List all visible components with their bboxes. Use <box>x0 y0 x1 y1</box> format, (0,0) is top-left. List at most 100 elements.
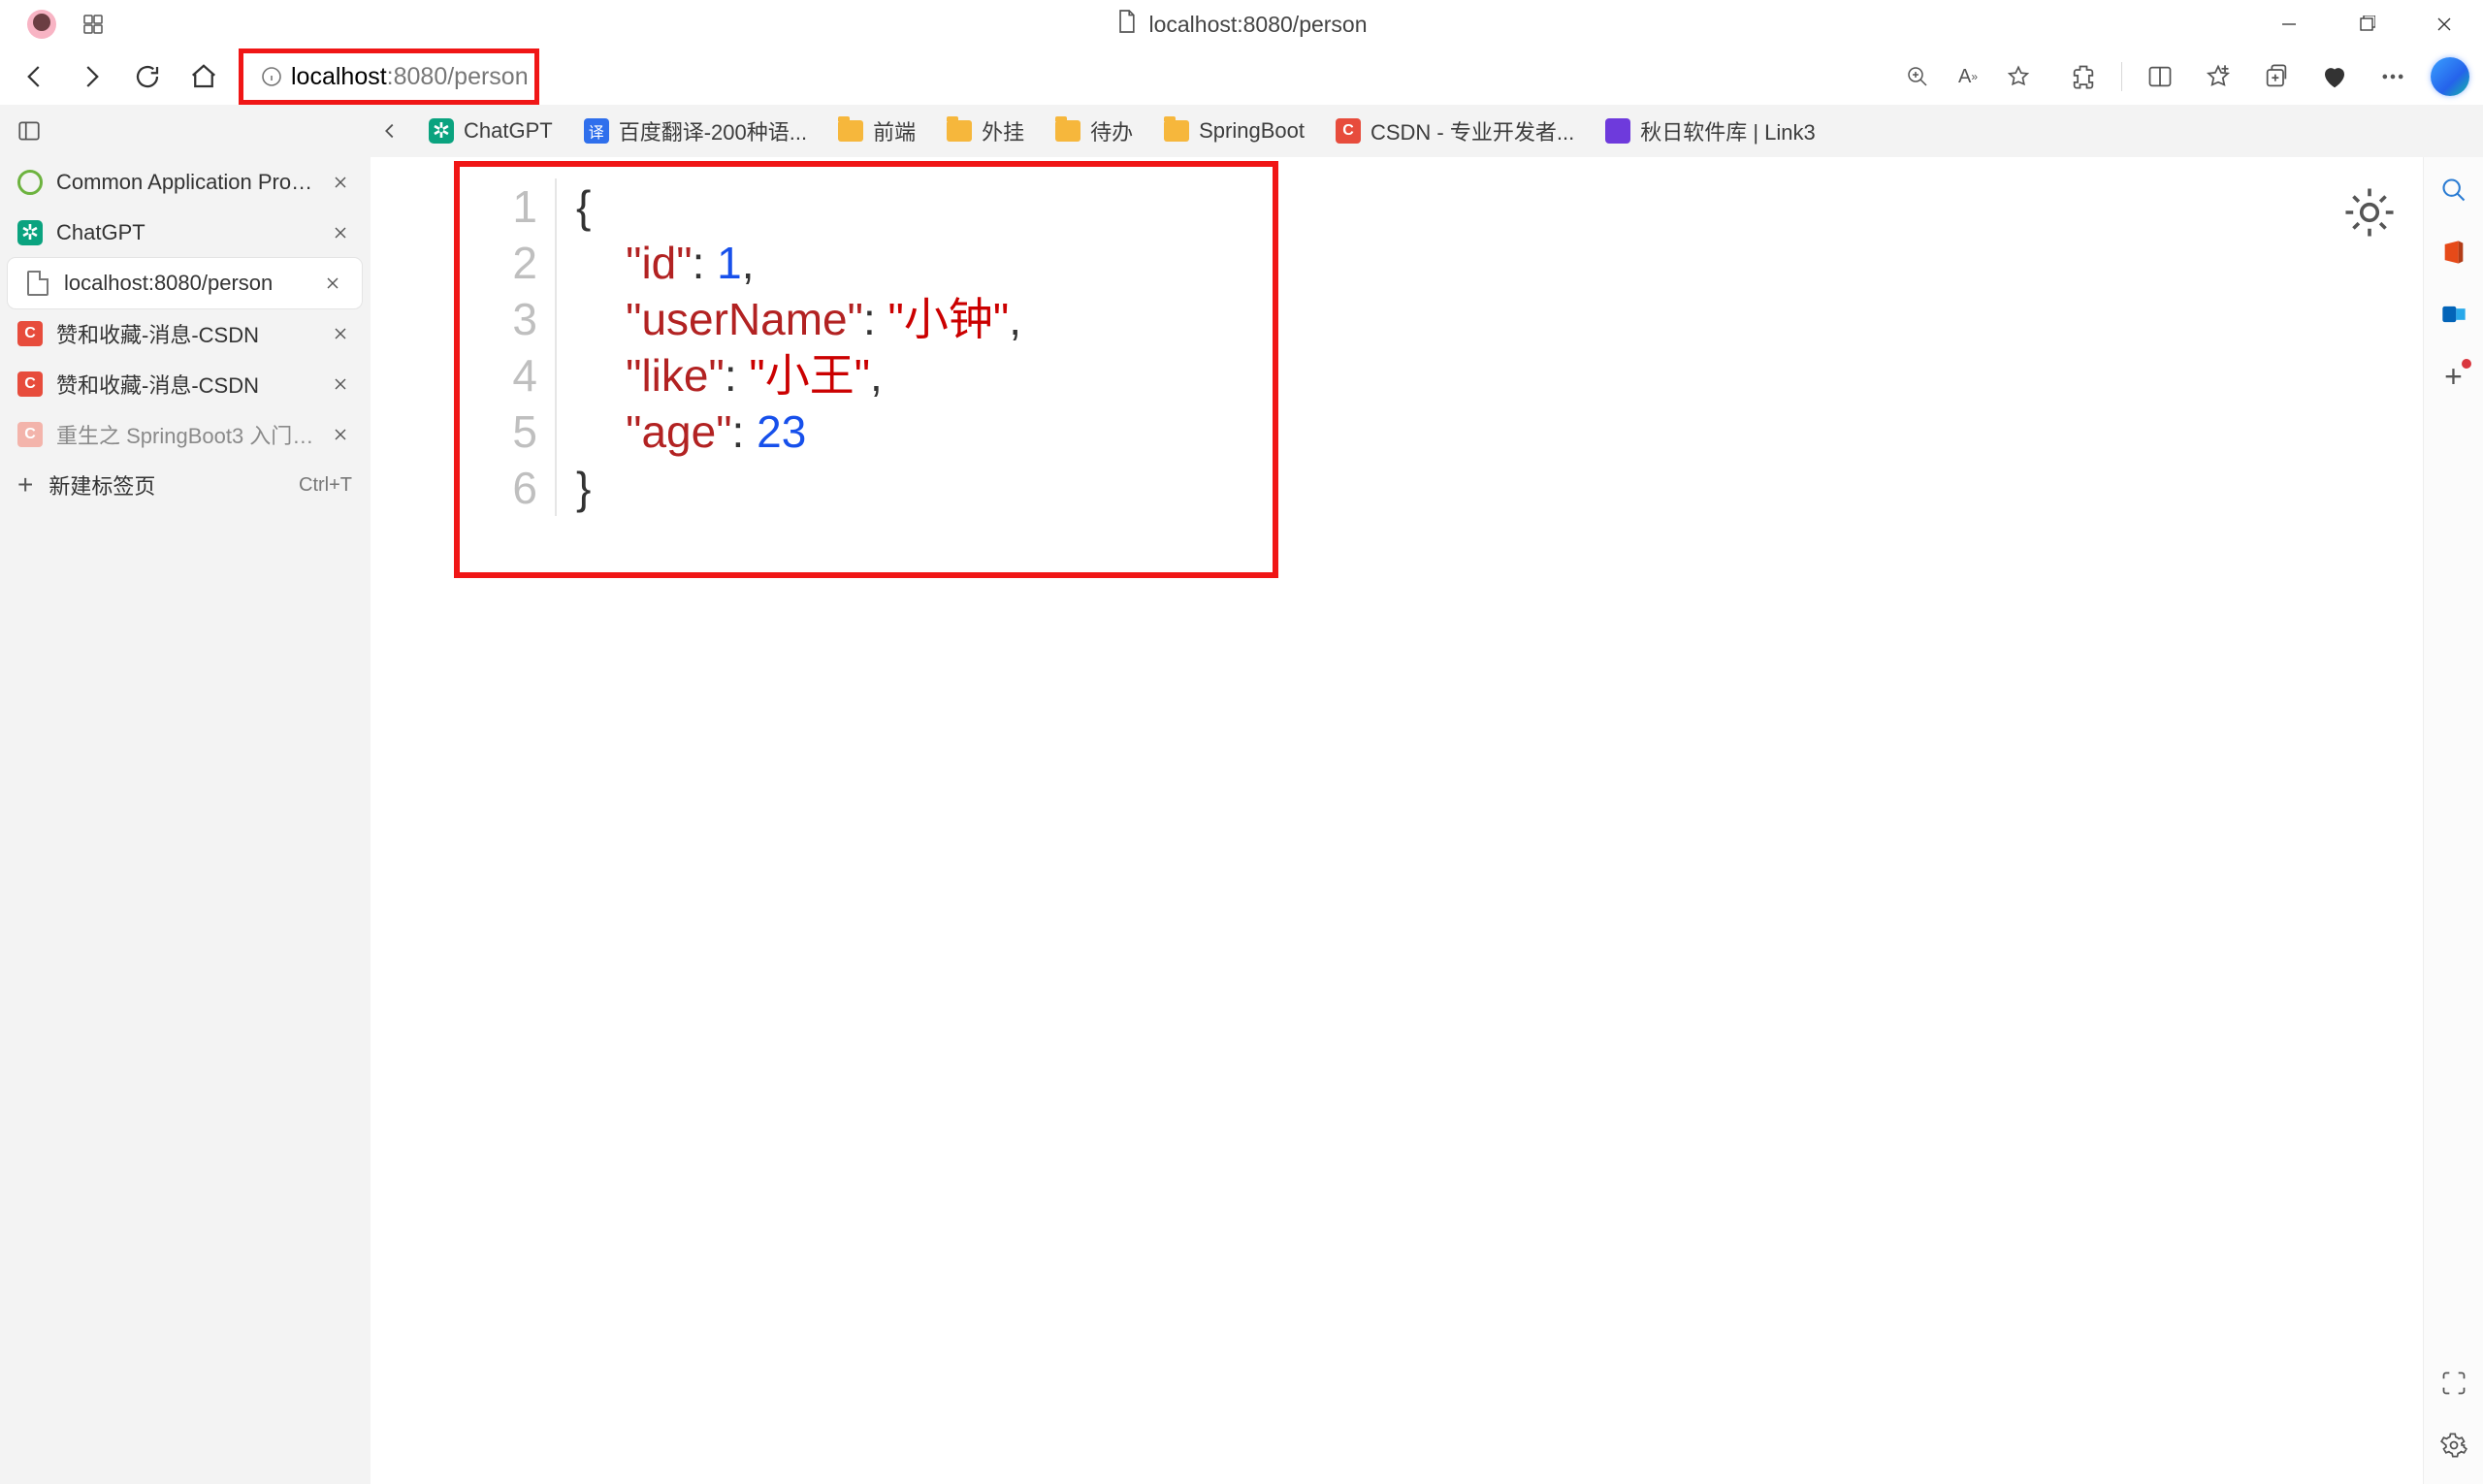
new-tab-shortcut: Ctrl+T <box>299 474 352 497</box>
sidebar-screenshot-icon[interactable] <box>2435 1364 2473 1403</box>
line-content: } <box>557 460 591 516</box>
refresh-button[interactable] <box>126 55 169 98</box>
tab-favicon: ✲ <box>17 220 43 245</box>
tab-close-icon[interactable] <box>329 322 352 345</box>
link3-icon <box>1605 118 1630 144</box>
line-content: "age": 23 <box>557 403 806 460</box>
tab-close-icon[interactable] <box>321 272 344 295</box>
code-line: 3 "userName": "小钟", <box>460 291 1273 347</box>
tab-favicon <box>17 170 43 195</box>
bookmark-item[interactable]: 待办 <box>1044 112 1145 150</box>
line-number: 3 <box>460 291 557 347</box>
window-title: localhost:8080/person <box>1115 9 1367 40</box>
json-viewer-settings-icon[interactable] <box>2339 182 2400 247</box>
browser-sidebar: + <box>2423 157 2483 1484</box>
bookmark-label: CSDN - 专业开发者... <box>1370 115 1574 146</box>
bookmark-label: 百度翻译-200种语... <box>619 115 807 146</box>
back-button[interactable] <box>14 55 56 98</box>
line-number: 4 <box>460 347 557 403</box>
close-window-button[interactable] <box>2405 0 2483 48</box>
tab-label: ChatGPT <box>56 220 315 245</box>
json-code-block: 1{2 "id": 1,3 "userName": "小钟",4 "like":… <box>460 167 1273 516</box>
tab-close-icon[interactable] <box>329 221 352 244</box>
maximize-button[interactable] <box>2328 0 2405 48</box>
folder-icon <box>947 120 972 142</box>
vertical-tab[interactable]: Common Application Properties <box>0 157 370 208</box>
bookmark-label: 秋日软件库 | Link3 <box>1640 115 1816 146</box>
vertical-tab[interactable]: C 重生之 SpringBoot3 入门保姆级 <box>0 409 370 460</box>
site-info-icon[interactable] <box>252 65 291 88</box>
tab-close-icon[interactable] <box>329 423 352 446</box>
line-content: "userName": "小钟", <box>557 291 1021 347</box>
bookmark-label: 前端 <box>873 115 916 146</box>
vertical-tabs-toggle-icon[interactable] <box>12 113 47 148</box>
bookmark-item[interactable]: 译百度翻译-200种语... <box>572 112 819 150</box>
bookmark-item[interactable]: 外挂 <box>935 112 1036 150</box>
extension-heart-icon[interactable] <box>2314 56 2355 97</box>
window-title-text: localhost:8080/person <box>1148 12 1367 38</box>
translate-icon: 译 <box>584 118 609 144</box>
line-content: "like": "小王", <box>557 347 883 403</box>
tab-close-icon[interactable] <box>329 372 352 396</box>
folder-icon <box>1055 120 1080 142</box>
code-line: 6} <box>460 460 1273 516</box>
bookmark-item[interactable]: 前端 <box>826 112 927 150</box>
workspaces-icon[interactable] <box>81 13 105 36</box>
code-line: 4 "like": "小王", <box>460 347 1273 403</box>
bookmark-label: ChatGPT <box>464 118 553 144</box>
more-menu-icon[interactable] <box>2372 56 2413 97</box>
profile-avatar[interactable] <box>27 10 56 39</box>
tab-label: 赞和收藏-消息-CSDN <box>56 369 315 400</box>
collections-icon[interactable] <box>2256 56 2297 97</box>
tab-favicon: C <box>17 422 43 447</box>
new-tab-label: 新建标签页 <box>48 469 155 500</box>
bookmarks-back-icon[interactable] <box>371 112 409 150</box>
line-content: { <box>557 178 591 235</box>
sidebar-add-icon[interactable]: + <box>2435 357 2473 396</box>
split-screen-icon[interactable] <box>2140 56 2180 97</box>
home-button[interactable] <box>182 55 225 98</box>
line-number: 5 <box>460 403 557 460</box>
read-aloud-icon[interactable]: A» <box>1949 57 1987 96</box>
tab-close-icon[interactable] <box>329 171 352 194</box>
vertical-tab[interactable]: localhost:8080/person <box>8 258 362 308</box>
bookmark-label: 外挂 <box>982 115 1024 146</box>
bookmark-item[interactable]: ✲ChatGPT <box>417 114 564 147</box>
sidebar-office-icon[interactable] <box>2435 233 2473 272</box>
bookmark-item[interactable]: C CSDN - 专业开发者... <box>1324 112 1586 150</box>
tab-label: localhost:8080/person <box>64 271 307 296</box>
address-path: :8080/person <box>387 63 529 90</box>
folder-icon <box>1164 120 1189 142</box>
vertical-tab[interactable]: ✲ ChatGPT <box>0 208 370 258</box>
new-tab-button[interactable]: + 新建标签页 Ctrl+T <box>0 460 370 510</box>
favorites-icon[interactable] <box>2198 56 2239 97</box>
folder-icon <box>838 120 863 142</box>
csdn-icon: C <box>1336 118 1361 144</box>
code-line: 5 "age": 23 <box>460 403 1273 460</box>
bookmarks-bar: ✲ChatGPT译百度翻译-200种语...前端外挂待办SpringBootCC… <box>371 105 2483 157</box>
sidebar-search-icon[interactable] <box>2435 171 2473 210</box>
bookmark-item[interactable]: SpringBoot <box>1152 114 1316 147</box>
page-file-icon <box>1115 9 1137 40</box>
bookmark-item[interactable]: 秋日软件库 | Link3 <box>1594 112 1827 150</box>
extensions-icon[interactable] <box>2063 56 2104 97</box>
address-bar[interactable]: localhost:8080/person A» <box>239 51 2044 102</box>
zoom-icon[interactable] <box>1898 57 1937 96</box>
tab-label: 重生之 SpringBoot3 入门保姆级 <box>56 419 315 450</box>
code-line: 1{ <box>460 178 1273 235</box>
sidebar-settings-icon[interactable] <box>2435 1426 2473 1465</box>
line-number: 1 <box>460 178 557 235</box>
favorite-star-icon[interactable] <box>1999 57 2038 96</box>
bookmark-label: 待办 <box>1090 115 1133 146</box>
vertical-tabs-panel: Common Application Properties ✲ ChatGPT loc… <box>0 105 371 1484</box>
line-content: "id": 1, <box>557 235 755 291</box>
minimize-button[interactable] <box>2250 0 2328 48</box>
forward-button[interactable] <box>70 55 113 98</box>
line-number: 2 <box>460 235 557 291</box>
copilot-icon[interactable] <box>2431 57 2469 96</box>
sidebar-outlook-icon[interactable] <box>2435 295 2473 334</box>
vertical-tab[interactable]: C赞和收藏-消息-CSDN <box>0 359 370 409</box>
vertical-tab[interactable]: C赞和收藏-消息-CSDN <box>0 308 370 359</box>
browser-toolbar: localhost:8080/person A» <box>0 48 2483 105</box>
plus-icon: + <box>17 469 33 500</box>
